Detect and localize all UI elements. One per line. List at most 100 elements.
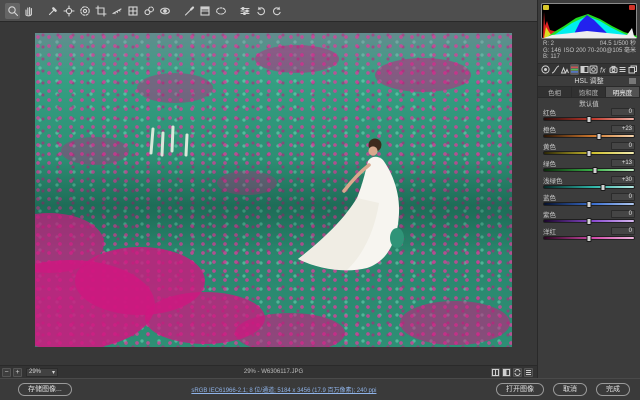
presets-panel-icon[interactable] [618, 64, 627, 75]
zoom-level-value: 29% [29, 369, 41, 375]
rotate-right-icon[interactable] [269, 3, 284, 19]
save-image-button[interactable]: 存储图像... [18, 383, 72, 396]
slider-knob[interactable] [587, 218, 592, 225]
split-toning-panel-icon[interactable] [580, 64, 589, 75]
slider-label: 浅绿色 [543, 175, 563, 185]
slider-orange: 橙色+23 [543, 125, 635, 138]
preview-area [0, 22, 537, 365]
slider-value[interactable]: 0 [611, 210, 635, 218]
slider-label: 红色 [543, 107, 556, 117]
tab-saturation[interactable]: 饱和度 [572, 87, 606, 97]
slider-value[interactable]: +30 [611, 176, 635, 184]
slider-label: 紫色 [543, 209, 556, 219]
slider-magenta: 洋红 0 [543, 227, 635, 240]
zoom-out-button[interactable]: − [2, 368, 11, 377]
slider-track[interactable] [543, 219, 635, 223]
slider-knob[interactable] [587, 201, 592, 208]
chevron-down-icon: ▾ [52, 369, 55, 376]
hsl-panel-title-row: HSL 调整 [538, 76, 640, 86]
default-values-button[interactable]: 默认值 [579, 98, 599, 108]
adjustment-brush-tool-icon[interactable] [181, 3, 196, 19]
slider-knob[interactable] [587, 150, 592, 157]
preview-mode-icon[interactable] [491, 368, 500, 377]
before-after-icon[interactable] [502, 368, 511, 377]
workflow-options-link[interactable]: sRGB IEC61966-2.1; 8 位/通道; 5184 x 3456 (… [72, 385, 496, 394]
red-eye-tool-icon[interactable] [157, 3, 172, 19]
exposure-info: f/4.5 1/500 秒 ISO 200 70-200@105 毫米 [564, 41, 636, 61]
slider-label: 蓝色 [543, 192, 556, 202]
slider-track[interactable] [543, 185, 635, 189]
tone-curve-panel-icon[interactable] [551, 64, 560, 75]
slider-label: 绿色 [543, 158, 556, 168]
shadow-clipping-warning-icon[interactable] [543, 5, 549, 10]
slider-value[interactable]: 0 [611, 227, 635, 235]
panel-menu-icon[interactable] [629, 78, 636, 84]
slider-knob[interactable] [587, 235, 592, 242]
svg-text:fx: fx [600, 67, 606, 74]
slider-knob[interactable] [592, 167, 597, 174]
slider-track[interactable] [543, 202, 635, 206]
effects-panel-icon[interactable]: fx [599, 64, 608, 75]
rgb-readout: R: 2 G: 146 B: 117 [543, 41, 561, 61]
flower-clusters [35, 45, 510, 347]
cancel-button[interactable]: 取消 [553, 383, 587, 396]
slider-knob[interactable] [587, 116, 592, 123]
slider-knob[interactable] [597, 133, 602, 140]
camera-raw-dialog: − + 29% ▾ 29% - W6306117.JPG [0, 0, 640, 400]
exposure-line2: ISO 200 70-200@105 毫米 [564, 48, 636, 55]
slider-yellow: 黄色0 [543, 142, 635, 155]
detail-panel-icon[interactable] [560, 64, 569, 75]
slider-track[interactable] [543, 134, 635, 138]
camera-calibration-panel-icon[interactable] [609, 64, 618, 75]
hsl-tab-bar: 色相 饱和度 明亮度 [538, 86, 640, 98]
filename-label: 29% - W6306117.JPG [58, 369, 489, 375]
hsl-grayscale-panel-icon[interactable] [570, 64, 579, 75]
histogram [541, 3, 637, 39]
straighten-tool-icon[interactable] [109, 3, 124, 19]
slider-label: 洋红 [543, 226, 556, 236]
slider-track[interactable] [543, 117, 635, 121]
slider-value[interactable]: 0 [611, 193, 635, 201]
slider-green: 绿色 +13 [543, 159, 635, 172]
slider-value[interactable]: +13 [611, 159, 635, 167]
targeted-adjustment-tool-icon[interactable] [77, 3, 92, 19]
spot-removal-tool-icon[interactable] [141, 3, 156, 19]
color-sampler-tool-icon[interactable] [61, 3, 76, 19]
lens-corrections-panel-icon[interactable] [589, 64, 598, 75]
snapshots-panel-icon[interactable] [628, 64, 637, 75]
basic-panel-icon[interactable] [541, 64, 550, 75]
white-flower-spikes [151, 127, 187, 155]
crop-tool-icon[interactable] [93, 3, 108, 19]
panel-title: HSL 调整 [574, 76, 603, 86]
tab-luminance[interactable]: 明亮度 [606, 87, 640, 97]
zoom-in-button[interactable]: + [13, 368, 22, 377]
radial-filter-tool-icon[interactable] [213, 3, 228, 19]
highlight-clipping-warning-icon[interactable] [629, 5, 635, 10]
swap-settings-icon[interactable] [513, 368, 522, 377]
slider-value[interactable]: +23 [611, 125, 635, 133]
photo-canvas[interactable] [35, 33, 512, 347]
white-balance-tool-icon[interactable] [45, 3, 60, 19]
graduated-filter-tool-icon[interactable] [197, 3, 212, 19]
adjustments-panel: R: 2 G: 146 B: 117 f/4.5 1/500 秒 ISO 200… [537, 0, 640, 378]
slider-knob[interactable] [600, 184, 605, 191]
hand-tool-icon[interactable] [21, 3, 36, 19]
rotate-left-icon[interactable] [253, 3, 268, 19]
slider-value[interactable]: 0 [611, 108, 635, 116]
bride-figure [298, 139, 404, 271]
preferences-icon[interactable] [237, 3, 252, 19]
slider-track[interactable] [543, 151, 635, 155]
open-image-button[interactable]: 打开图像 [496, 383, 544, 396]
slider-track[interactable] [543, 168, 635, 172]
slider-track[interactable] [543, 236, 635, 240]
slider-red: 红色 0 [543, 108, 635, 121]
done-button[interactable]: 完成 [596, 383, 630, 396]
tab-hue[interactable]: 色相 [538, 87, 572, 97]
zoom-level-dropdown[interactable]: 29% ▾ [26, 368, 58, 377]
toolbar [0, 0, 537, 22]
zoom-tool-icon[interactable] [5, 3, 20, 19]
preview-options-icon[interactable] [524, 368, 533, 377]
slider-value[interactable]: 0 [611, 142, 635, 150]
transform-tool-icon[interactable] [125, 3, 140, 19]
slider-purple: 紫色 0 [543, 210, 635, 223]
